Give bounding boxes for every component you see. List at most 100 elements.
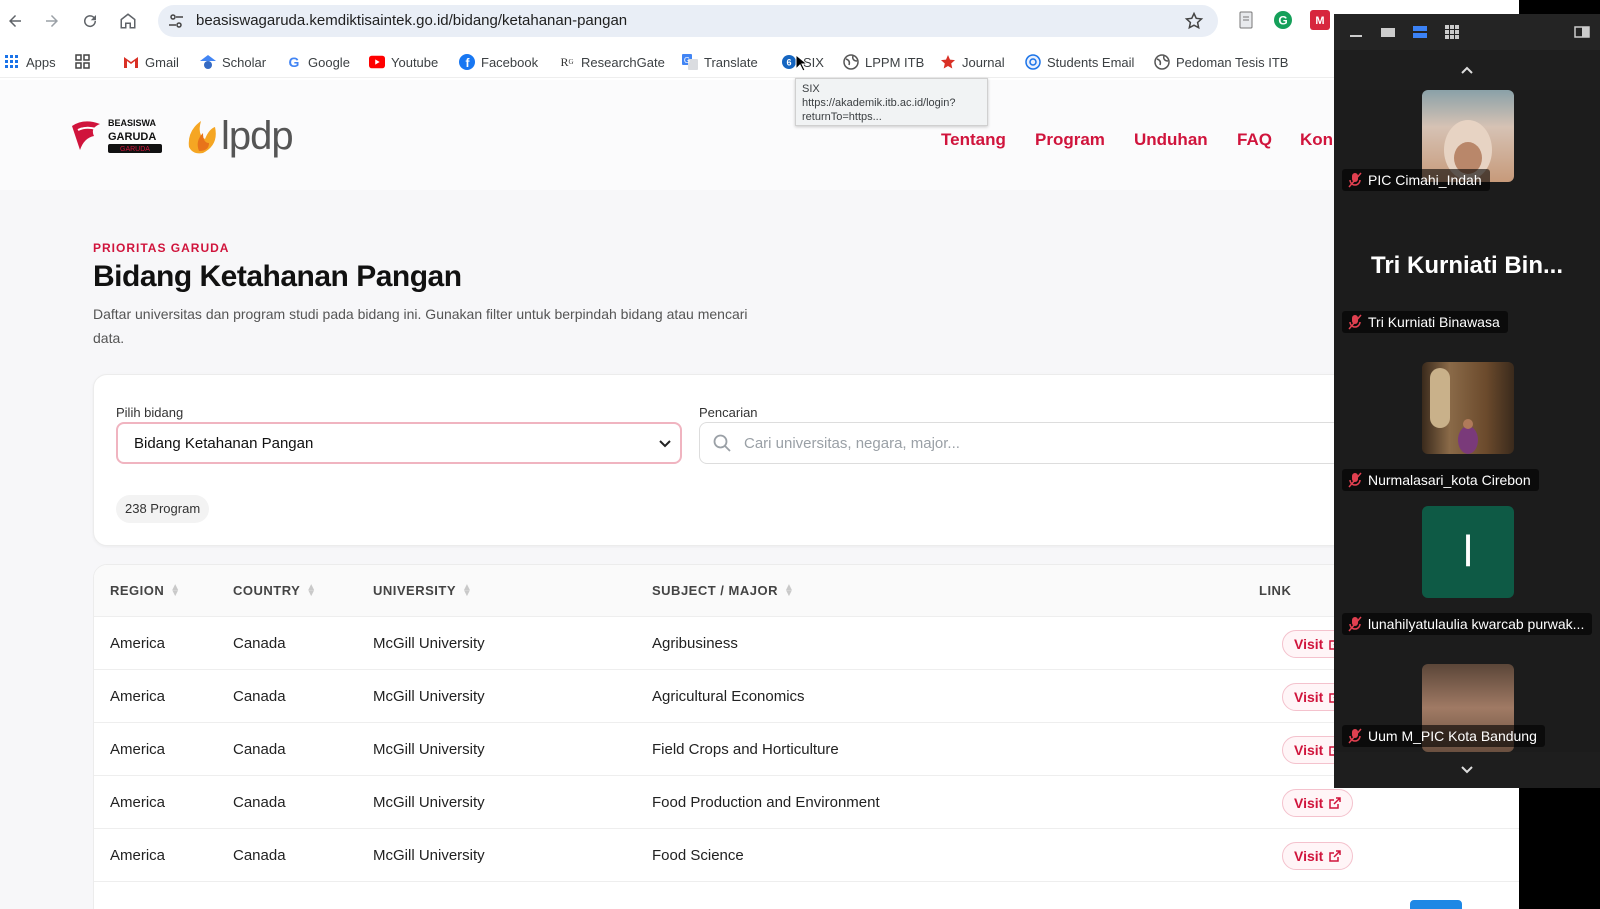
cell-subject: Agricultural Economics — [652, 688, 805, 705]
visit-button[interactable]: Visit — [1282, 842, 1354, 870]
gallery-view-icon[interactable] — [1444, 24, 1460, 45]
scroll-up-button[interactable] — [1334, 50, 1600, 90]
chat-button[interactable] — [1408, 896, 1464, 909]
sort-icon: ▲ ▼ — [462, 581, 473, 599]
cell-university: McGill University — [373, 635, 485, 652]
mic-muted-icon — [1348, 728, 1362, 750]
bookmark-lppm-itb[interactable]: LPPM ITB — [843, 52, 924, 72]
column-header-country[interactable]: COUNTRY ▲ ▼ — [233, 582, 317, 598]
bookmark-tab-groups[interactable] — [75, 52, 91, 72]
participant-name: Nurmalasari_kota Cirebon — [1368, 472, 1531, 488]
participant-name-tag: PIC Cimahi_Indah — [1342, 169, 1490, 191]
cell-subject: Food Production and Environment — [652, 794, 880, 811]
column-header-region[interactable]: REGION ▲ ▼ — [110, 581, 181, 599]
column-header-label: SUBJECT / MAJOR — [652, 583, 778, 598]
grammarly-icon[interactable]: G — [1273, 10, 1295, 32]
column-header-label: LINK — [1259, 583, 1292, 598]
sort-icon: ▲ ▼ — [170, 581, 181, 599]
forward-button[interactable] — [40, 9, 64, 33]
search-icon — [713, 434, 731, 457]
participant-name-tag: lunahilyatulaulia kwarcab purwak... — [1342, 613, 1593, 635]
bookmark-journal[interactable]: Journal — [940, 52, 1005, 72]
arrow-right-icon — [46, 15, 58, 27]
minimize-icon[interactable] — [1348, 24, 1364, 45]
apps-grid-icon — [4, 54, 20, 70]
bookmark-facebook[interactable]: f Facebook — [459, 52, 538, 72]
column-header-subject[interactable]: SUBJECT / MAJOR ▲ ▼ — [652, 581, 795, 599]
bookmark-label: ResearchGate — [581, 54, 665, 70]
mendeley-icon[interactable]: M — [1310, 10, 1332, 32]
bookmark-youtube[interactable]: Youtube — [369, 52, 438, 72]
researchgate-icon: RG — [560, 54, 574, 69]
scroll-down-button[interactable] — [1334, 752, 1600, 788]
home-button[interactable] — [116, 9, 140, 33]
page-description: Daftar universitas dan program studi pad… — [93, 306, 748, 346]
bookmark-apps[interactable]: Apps — [4, 52, 56, 72]
cell-region: America — [110, 635, 166, 652]
bookmark-translate[interactable]: G Translate — [682, 52, 758, 72]
reader-icon[interactable] — [1236, 10, 1258, 32]
reload-button[interactable] — [78, 9, 102, 33]
table-row: America Canada McGill University Agribus… — [94, 617, 1519, 670]
strip-view-icon[interactable] — [1412, 24, 1428, 45]
bidang-select[interactable]: Bidang Ketahanan Pangan — [116, 422, 682, 464]
visit-label: Visit — [1294, 689, 1324, 705]
participant-tile[interactable]: l lunahilyatulaulia kwarcab purwak... — [1334, 506, 1600, 682]
svg-text:GARUDA: GARUDA — [108, 131, 156, 143]
cell-university: McGill University — [373, 847, 485, 864]
avatar-initial: l — [1463, 527, 1473, 576]
beasiswa-garuda-logo[interactable]: BEASISWA GARUDA GARUDA — [70, 116, 170, 158]
table-row: America Canada McGill University Food Pr… — [94, 776, 1519, 829]
bookmark-google[interactable]: G Google — [286, 52, 350, 72]
cell-subject: Field Crops and Horticulture — [652, 741, 839, 758]
cell-country: Canada — [233, 847, 286, 864]
participant-tile[interactable]: PIC Cimahi_Indah — [1334, 90, 1600, 238]
nav-unduhan[interactable]: Unduhan — [1134, 130, 1208, 150]
lpdp-flame-icon — [188, 120, 216, 153]
address-bar[interactable]: beasiswagaruda.kemdiktisaintek.go.id/bid… — [158, 5, 1218, 37]
mic-muted-icon — [1348, 314, 1362, 336]
globe-icon — [1154, 54, 1170, 70]
site-header: BEASISWA GARUDA GARUDA lpdp Tentang Prog… — [0, 80, 1519, 190]
cell-region: America — [110, 741, 166, 758]
bookmark-star-icon[interactable] — [1184, 11, 1204, 36]
visit-label: Visit — [1294, 742, 1324, 758]
browser-toolbar: beasiswagaruda.kemdiktisaintek.go.id/bid… — [0, 0, 1519, 42]
participant-name: lunahilyatulaulia kwarcab purwak... — [1368, 616, 1585, 632]
table-header: REGION ▲ ▼ COUNTRY ▲ ▼ UNIVERSITY ▲ ▼ SUBJECT … — [94, 565, 1519, 617]
address-url[interactable]: beasiswagaruda.kemdiktisaintek.go.id/bid… — [196, 12, 627, 29]
bookmark-label: Google — [308, 54, 350, 70]
lpdp-logo[interactable]: lpdp — [185, 114, 294, 159]
nav-program[interactable]: Program — [1035, 130, 1105, 150]
page-title: Bidang Ketahanan Pangan — [93, 260, 462, 293]
visit-button[interactable]: Visit — [1282, 789, 1354, 817]
participant-tile[interactable]: Uum M_PIC Kota Bandung — [1334, 664, 1600, 752]
speaker-view-icon[interactable] — [1380, 24, 1396, 45]
sort-icon: ▲ ▼ — [783, 581, 795, 599]
cell-subject: Food Science — [652, 847, 744, 864]
scholar-icon — [200, 54, 216, 70]
table-row: America Canada McGill University Agricul… — [94, 670, 1519, 723]
bookmark-students-email[interactable]: Students Email — [1025, 52, 1134, 72]
exit-panel-icon[interactable] — [1574, 24, 1590, 45]
bookmark-pedoman-tesis-itb[interactable]: Pedoman Tesis ITB — [1154, 52, 1288, 72]
gmail-icon — [123, 54, 139, 70]
select-value: Bidang Ketahanan Pangan — [134, 435, 314, 452]
site-settings-icon[interactable] — [168, 13, 184, 34]
arrow-left-icon — [9, 15, 21, 27]
nav-tentang[interactable]: Tentang — [941, 130, 1006, 150]
back-button[interactable] — [3, 9, 27, 33]
cell-country: Canada — [233, 794, 286, 811]
facebook-icon: f — [459, 54, 475, 70]
column-header-university[interactable]: UNIVERSITY ▲ ▼ — [373, 581, 473, 599]
mic-muted-icon — [1348, 172, 1362, 194]
bookmark-researchgate[interactable]: RG ResearchGate — [559, 52, 665, 72]
bookmark-gmail[interactable]: Gmail — [123, 52, 179, 72]
bookmark-scholar[interactable]: Scholar — [200, 52, 266, 72]
svg-text:G: G — [289, 54, 300, 70]
nav-faq[interactable]: FAQ — [1237, 130, 1272, 150]
google-icon: G — [286, 54, 302, 70]
nav-kontak[interactable]: Kon — [1300, 130, 1333, 150]
section-eyebrow: PRIORITAS GARUDA — [93, 241, 230, 255]
external-link-icon — [1329, 850, 1342, 862]
